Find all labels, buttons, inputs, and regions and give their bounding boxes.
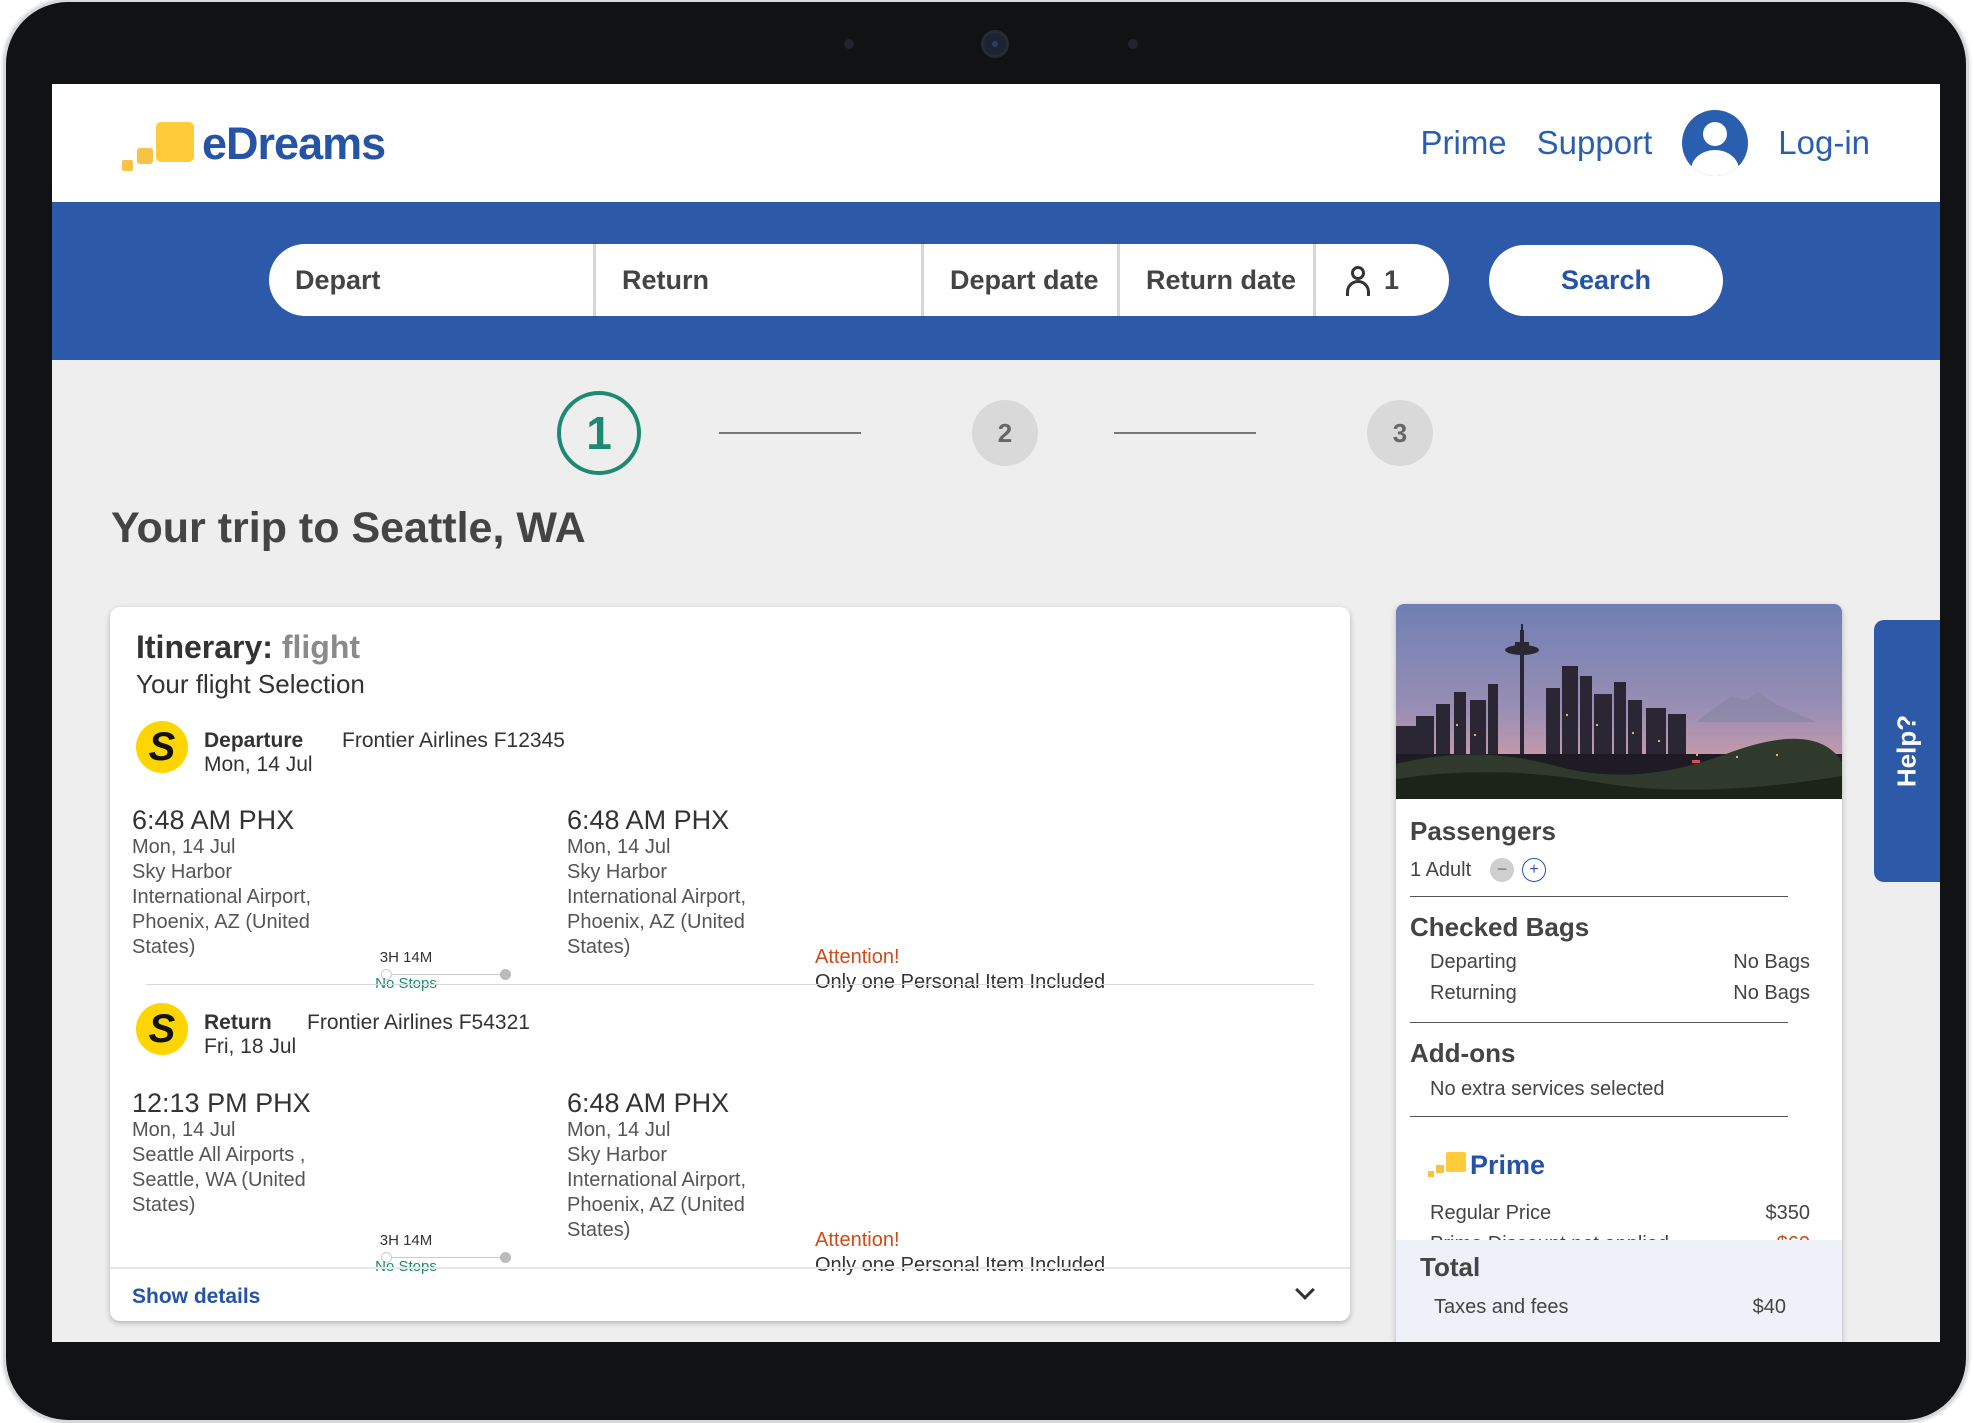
prime-logo: Prime <box>1428 1150 1545 1181</box>
arrival-airport: Sky Harbor International Airport, Phoeni… <box>567 861 746 958</box>
return-field[interactable]: Return <box>596 244 924 316</box>
departure-airport: Sky Harbor International Airport, Phoeni… <box>132 861 311 958</box>
checked-bags-heading: Checked Bags <box>1410 912 1590 942</box>
edreams-logo[interactable]: eDreams <box>122 114 386 174</box>
logo-text: eDreams <box>202 118 386 169</box>
search-bar: Depart Return Depart date Return date 1 <box>269 244 1449 316</box>
passengers-value: 1 Adult <box>1410 859 1472 881</box>
attention-note: Only one Personal Item Included <box>815 971 1106 993</box>
passengers-heading: Passengers <box>1410 816 1556 846</box>
return-field-label: Return <box>622 264 709 295</box>
taxes-value: $40 <box>1752 1296 1786 1318</box>
segment-label: Return <box>204 1011 272 1034</box>
step-1-current: 1 <box>557 391 641 475</box>
nav-support-link[interactable]: Support <box>1537 124 1653 162</box>
taxes-label: Taxes and fees <box>1434 1296 1569 1318</box>
airline-logo-icon: S <box>136 721 188 773</box>
return-date-label: Return date <box>1146 264 1297 295</box>
segment-date: Fri, 18 Jul <box>204 1035 297 1058</box>
departing-bags-label: Departing <box>1430 951 1517 973</box>
route-end-dot <box>500 969 511 980</box>
flight-duration: 3H 14M <box>379 949 433 966</box>
step-connector <box>719 432 861 434</box>
total-section: Total Taxes and fees $40 <box>1396 1240 1842 1342</box>
summary-divider <box>1410 1022 1788 1023</box>
sensor-left <box>844 39 854 49</box>
search-band: Depart Return Depart date Return date 1 … <box>52 202 1940 360</box>
depart-field[interactable]: Depart <box>269 244 596 316</box>
search-button[interactable]: Search <box>1489 245 1723 316</box>
user-avatar-icon[interactable] <box>1682 110 1749 176</box>
show-details-link[interactable]: Show details <box>132 1285 260 1309</box>
addons-heading: Add-ons <box>1410 1038 1516 1068</box>
step-2: 2 <box>972 400 1038 466</box>
passenger-count: 1 <box>1384 264 1400 295</box>
attention-label: Attention! <box>815 1229 900 1251</box>
screen: eDreams Prime Support Log-in Depart Retu… <box>52 84 1940 1342</box>
show-details-bar[interactable]: Show details <box>110 1267 1350 1321</box>
departure-airport: Seattle All Airports , Seattle, WA (Unit… <box>132 1144 306 1216</box>
itinerary-card: Itinerary: flight Your flight Selection … <box>110 607 1350 1321</box>
page-title: Your trip to Seattle, WA <box>111 504 586 552</box>
arrival-time: 6:48 AM PHX <box>567 805 730 835</box>
attention-label: Attention! <box>815 946 900 968</box>
arrival-date: Mon, 14 Jul <box>567 1119 671 1141</box>
sensor-right <box>1128 39 1138 49</box>
addons-value: No extra services selected <box>1430 1078 1665 1100</box>
regular-price-value: $350 <box>1765 1202 1811 1224</box>
trip-summary-card: Passengers 1 Adult − + Checked Bags Depa… <box>1396 604 1842 1342</box>
itinerary-title: Itinerary: flight <box>136 629 360 666</box>
route-end-dot <box>500 1252 511 1263</box>
chevron-down-icon[interactable] <box>1295 1280 1315 1300</box>
arrival-time: 6:48 AM PHX <box>567 1088 730 1118</box>
airline-logo-icon: S <box>136 1003 188 1055</box>
segment-label: Departure <box>204 729 304 752</box>
help-tab[interactable]: Help? <box>1874 620 1940 882</box>
top-header: eDreams Prime Support Log-in <box>52 84 1940 202</box>
departing-bags-value: No Bags <box>1733 951 1810 973</box>
returning-bags-value: No Bags <box>1733 982 1810 1004</box>
departure-time: 6:48 AM PHX <box>132 805 295 835</box>
nav-prime-link[interactable]: Prime <box>1420 124 1506 162</box>
summary-divider <box>1410 896 1788 897</box>
itinerary-title-prefix: Itinerary: <box>136 629 273 665</box>
departure-date: Mon, 14 Jul <box>132 1119 236 1141</box>
segment-divider <box>146 984 1314 985</box>
regular-price-label: Regular Price <box>1430 1202 1552 1224</box>
passenger-count-field[interactable]: 1 <box>1316 244 1449 316</box>
returning-bags-label: Returning <box>1430 982 1517 1004</box>
departure-time: 12:13 PM PHX <box>132 1088 311 1118</box>
itinerary-subtitle: Your flight Selection <box>136 669 365 699</box>
segment-flight-number: Frontier Airlines F12345 <box>342 729 565 752</box>
increase-passengers-icon[interactable]: + <box>1522 858 1546 882</box>
prime-label: Prime <box>1470 1150 1546 1180</box>
segment-flight-number: Frontier Airlines F54321 <box>307 1011 530 1034</box>
help-label: Help? <box>1891 714 1922 788</box>
return-date-field[interactable]: Return date <box>1120 244 1316 316</box>
arrival-date: Mon, 14 Jul <box>567 836 671 858</box>
summary-divider <box>1410 1116 1788 1117</box>
seattle-skyline-image <box>1396 604 1842 799</box>
front-camera <box>981 30 1009 58</box>
logo-mark-icon <box>122 114 200 174</box>
depart-field-label: Depart <box>295 264 381 295</box>
header-nav: Prime Support Log-in <box>1420 110 1870 176</box>
total-heading: Total <box>1420 1252 1481 1282</box>
person-icon <box>1344 265 1372 296</box>
itinerary-title-type: flight <box>281 629 361 665</box>
prime-mark-icon <box>1428 1151 1468 1181</box>
nav-login-link[interactable]: Log-in <box>1778 124 1870 162</box>
step-connector <box>1114 432 1256 434</box>
depart-date-field[interactable]: Depart date <box>924 244 1120 316</box>
depart-date-label: Depart date <box>950 264 1099 295</box>
segment-date: Mon, 14 Jul <box>204 753 313 776</box>
arrival-airport: Sky Harbor International Airport, Phoeni… <box>567 1144 746 1241</box>
flight-duration: 3H 14M <box>379 1232 433 1249</box>
decrease-passengers-icon[interactable]: − <box>1490 858 1514 882</box>
tablet-frame: eDreams Prime Support Log-in Depart Retu… <box>6 2 1966 1420</box>
step-3: 3 <box>1367 400 1433 466</box>
departure-date: Mon, 14 Jul <box>132 836 236 858</box>
